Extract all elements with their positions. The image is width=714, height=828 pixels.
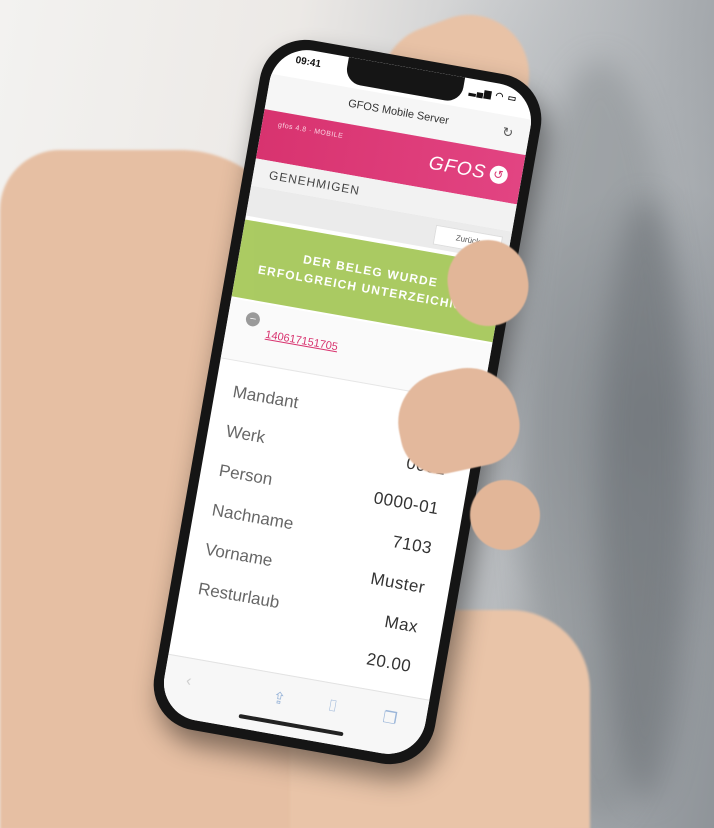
logo-mark-icon: ↺	[488, 164, 510, 186]
minus-circle-icon[interactable]: –	[244, 311, 262, 328]
status-time: 09:41	[294, 54, 322, 71]
detail-label: Person	[217, 460, 274, 489]
detail-value: Muster	[369, 568, 427, 598]
shirt-fold	[600, 200, 690, 800]
detail-label: Resturlaub	[196, 579, 281, 613]
detail-value: 0000-01	[372, 488, 441, 519]
detail-label: Werk	[224, 421, 267, 448]
app-version: gfos 4.8 · MOBILE	[277, 121, 344, 141]
detail-value: 20.00	[365, 649, 413, 676]
reload-icon[interactable]: ↻	[501, 124, 514, 142]
share-icon[interactable]: ⇪	[271, 688, 288, 710]
detail-label: Vorname	[203, 539, 274, 571]
detail-label: Nachname	[210, 500, 295, 534]
gfos-logo: GFOS ↺	[427, 152, 510, 189]
detail-value: Max	[383, 611, 420, 637]
document-number-link[interactable]: 140617151705	[264, 329, 338, 354]
bookmarks-icon[interactable]: ⌷	[326, 697, 338, 716]
logo-text: GFOS	[427, 152, 488, 184]
detail-label: Mandant	[231, 382, 300, 413]
detail-value: 7103	[390, 532, 434, 558]
back-icon[interactable]: ‹	[185, 672, 193, 691]
tabs-icon[interactable]: ❐	[381, 707, 399, 729]
finger	[470, 480, 540, 550]
signal-wifi-battery-icon: ▂▄▆ ◠ ▭	[468, 85, 519, 104]
